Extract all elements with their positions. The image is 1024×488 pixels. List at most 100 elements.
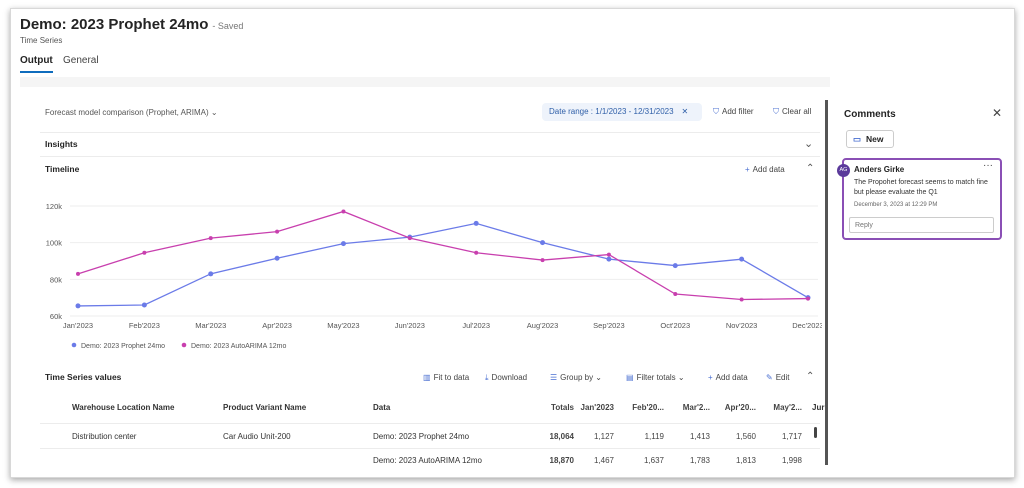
column-header[interactable]: Mar'2... — [670, 403, 710, 412]
download-button[interactable]: ⤓ Download — [485, 373, 527, 383]
close-icon[interactable]: ✕ — [682, 107, 689, 116]
add-icon: + — [745, 165, 750, 174]
download-label: Download — [491, 373, 528, 382]
clear-all-button[interactable]: ⛉ Clear all — [773, 107, 811, 117]
chevron-down-icon[interactable]: ⌄ — [804, 137, 813, 150]
x-tick-label: Dec'2023 — [792, 321, 822, 330]
product-cell: Car Audio Unit-200 — [223, 432, 291, 441]
comment-author: Anders Girke — [854, 165, 905, 174]
data-point — [208, 236, 213, 241]
more-options-icon[interactable]: ··· — [983, 160, 993, 171]
divider — [40, 156, 820, 157]
column-header[interactable]: Jan'2023 — [574, 403, 614, 412]
x-tick-label: Oct'2023 — [660, 321, 690, 330]
data-point — [341, 209, 346, 214]
filter-totals-icon: ▤ — [626, 373, 634, 382]
y-tick-label: 100k — [46, 239, 63, 248]
close-icon[interactable]: ✕ — [992, 106, 1002, 120]
data-cell: Demo: 2023 Prophet 24mo — [373, 432, 470, 441]
chevron-up-icon[interactable]: ⌃ — [806, 163, 814, 174]
chevron-down-icon: ⌄ — [210, 108, 218, 117]
pencil-icon: ✎ — [766, 373, 773, 382]
divider-band — [20, 77, 830, 87]
save-status: - Saved — [212, 21, 244, 31]
series-line — [77, 222, 809, 307]
date-range-label: Date range : 1/1/2023 - 12/31/2023 — [549, 107, 674, 116]
column-header[interactable]: Totals — [534, 403, 574, 412]
data-cell: Demo: 2023 AutoARIMA 12mo — [373, 456, 482, 465]
x-tick-label: Nov'2023 — [726, 321, 757, 330]
y-tick-label: 60k — [50, 312, 62, 321]
insights-header[interactable]: Insights — [45, 139, 78, 149]
add-filter-button[interactable]: ⛉ Add filter — [713, 107, 754, 117]
column-header[interactable]: Jur — [812, 403, 824, 412]
view-selector[interactable]: Forecast model comparison (Prophet, ARIM… — [45, 108, 218, 117]
timeline-add-data-button[interactable]: + Add data — [745, 165, 785, 174]
new-comment-button[interactable]: ▭ New — [846, 130, 894, 148]
warehouse-cell: Distribution center — [72, 432, 137, 441]
data-point — [275, 229, 280, 234]
x-tick-label: Jan'2023 — [63, 321, 93, 330]
reply-input[interactable] — [849, 217, 994, 233]
data-point — [540, 258, 545, 263]
tab-general[interactable]: General — [63, 55, 99, 66]
filter-totals-label: Filter totals — [636, 373, 676, 382]
column-header[interactable]: Warehouse Location Name — [72, 403, 174, 412]
data-point — [673, 292, 678, 296]
data-point — [806, 296, 810, 301]
divider — [40, 132, 820, 133]
x-tick-label: Jun'2023 — [395, 321, 425, 330]
fit-to-data-label: Fit to data — [433, 373, 470, 382]
date-range-filter-chip[interactable]: Date range : 1/1/2023 - 12/31/2023 ✕ — [542, 103, 702, 121]
y-tick-label: 80k — [50, 275, 62, 284]
divider — [40, 423, 820, 424]
table-title: Time Series values — [45, 372, 122, 382]
x-tick-label: Feb'2023 — [129, 321, 160, 330]
data-point — [75, 303, 81, 309]
group-by-button[interactable]: ☰ Group by ⌄ — [550, 373, 602, 382]
x-tick-label: Apr'2023 — [262, 321, 292, 330]
fit-to-data-button[interactable]: ▥ Fit to data — [423, 373, 469, 382]
timeline-chart: 60k 80k 100k 120k Jan'2023 Feb'2023 Mar'2023 Ap… — [46, 202, 822, 350]
tab-output[interactable]: Output — [20, 55, 53, 73]
data-point — [540, 240, 546, 246]
x-tick-label: Sep'2023 — [593, 321, 624, 330]
column-header[interactable]: Data — [373, 403, 390, 412]
column-header[interactable]: May'2... — [762, 403, 802, 412]
comments-panel — [836, 92, 1014, 467]
value-cell: 1,813 — [735, 456, 756, 465]
clear-all-label: Clear all — [782, 107, 812, 116]
data-point — [473, 220, 479, 226]
comment-date: December 3, 2023 at 12:29 PM — [854, 202, 938, 208]
legend-marker — [181, 342, 187, 348]
table-scrollbar[interactable] — [814, 427, 817, 438]
edit-label: Edit — [775, 373, 790, 382]
data-point — [141, 302, 147, 308]
data-point — [606, 256, 612, 262]
filter-totals-button[interactable]: ▤ Filter totals ⌄ — [626, 373, 685, 382]
columns-icon: ▥ — [423, 373, 431, 382]
series-line — [77, 210, 809, 301]
value-cell: 1,783 — [689, 456, 710, 465]
y-tick-label: 120k — [46, 202, 63, 211]
table-add-data-button[interactable]: + Add data — [708, 373, 748, 382]
column-header[interactable]: Product Variant Name — [223, 403, 306, 412]
data-point — [672, 263, 678, 269]
filter-icon: ⛉ — [713, 107, 719, 116]
chevron-up-icon[interactable]: ⌃ — [806, 371, 814, 382]
value-cell: 1,560 — [735, 432, 756, 441]
edit-button[interactable]: ✎ Edit — [766, 373, 790, 382]
legend-label: Demo: 2023 Prophet 24mo — [81, 343, 165, 350]
legend-marker — [71, 342, 77, 348]
add-filter-label: Add filter — [722, 107, 754, 116]
column-header[interactable]: Apr'20... — [716, 403, 756, 412]
totals-cell: 18,064 — [549, 432, 574, 441]
totals-cell: 18,870 — [549, 456, 574, 465]
title-text: Demo: 2023 Prophet 24mo — [20, 16, 209, 33]
comment-icon: ▭ — [853, 134, 862, 144]
data-point — [407, 236, 412, 241]
main-scrollbar[interactable] — [825, 100, 828, 465]
column-header[interactable]: Feb'20... — [624, 403, 664, 412]
filter-clear-icon: ⛉ — [773, 107, 779, 116]
group-icon: ☰ — [550, 373, 558, 382]
